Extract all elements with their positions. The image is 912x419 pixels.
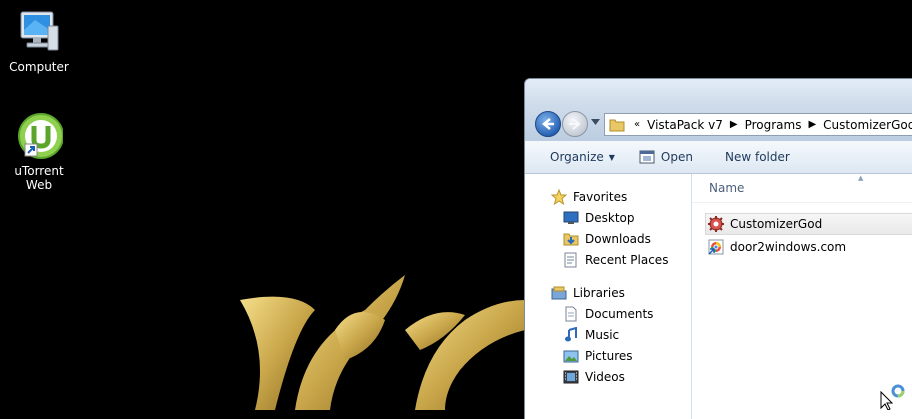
computer-icon: [15, 8, 63, 56]
navigation-pane: Favorites Desktop Downloads Recent Place…: [525, 174, 692, 419]
open-icon: [639, 150, 655, 164]
file-name: door2windows.com: [730, 240, 847, 254]
nav-item-recent-places[interactable]: Recent Places: [525, 249, 691, 270]
utorrent-icon: [15, 112, 64, 160]
file-name: CustomizerGod: [730, 217, 823, 231]
star-icon: [551, 188, 567, 205]
nav-item-documents[interactable]: Documents: [525, 303, 691, 324]
open-button[interactable]: Open: [627, 141, 705, 173]
nav-favorites-label: Favorites: [573, 189, 628, 204]
forward-button[interactable]: [562, 111, 588, 137]
new-folder-button[interactable]: New folder: [705, 141, 802, 173]
downloads-folder-icon: [563, 233, 579, 245]
file-list: ▲ Name CustomizerGod door2windows.com: [692, 174, 912, 419]
column-header-label: Name: [709, 181, 745, 195]
address-bar[interactable]: « VistaPack v7 ▶ Programs ▶ CustomizerGo…: [604, 113, 912, 136]
wallpaper-ornament: [240, 275, 525, 410]
file-row-door2windows[interactable]: door2windows.com: [692, 237, 912, 257]
organize-label: Organize: [550, 150, 604, 164]
music-icon: [565, 326, 577, 341]
command-bar: Organize ▼ Open New folder: [525, 141, 912, 174]
column-header-name[interactable]: ▲ Name: [692, 174, 912, 203]
libraries-icon: [551, 286, 567, 299]
nav-libraries-label: Libraries: [573, 285, 625, 300]
back-button[interactable]: [535, 111, 561, 137]
nav-item-label: Downloads: [585, 231, 651, 246]
documents-icon: [565, 306, 577, 321]
busy-cursor-icon: [880, 384, 905, 410]
web-shortcut-icon: [708, 239, 724, 255]
desktop-icon: [563, 211, 579, 224]
nav-libraries[interactable]: Libraries: [525, 282, 691, 303]
nav-item-label: Desktop: [585, 210, 635, 225]
chevron-down-icon: ▼: [608, 152, 615, 162]
breadcrumb-separator-icon[interactable]: ▶: [727, 119, 741, 130]
folder-icon: [609, 119, 625, 131]
organize-button[interactable]: Organize ▼: [525, 141, 627, 173]
explorer-window[interactable]: « VistaPack v7 ▶ Programs ▶ CustomizerGo…: [524, 78, 912, 419]
recent-pages-dropdown-icon[interactable]: [591, 119, 600, 125]
desktop-icon-utorrent[interactable]: uTorrent Web: [0, 112, 78, 192]
nav-item-label: Pictures: [585, 348, 633, 363]
new-folder-label: New folder: [724, 150, 790, 164]
nav-item-music[interactable]: Music: [525, 324, 691, 345]
breadcrumb-overflow[interactable]: «: [631, 119, 643, 130]
breadcrumb-customizergod[interactable]: CustomizerGod: [819, 118, 912, 132]
sort-ascending-icon: ▲: [858, 174, 864, 182]
nav-item-label: Videos: [585, 369, 625, 384]
nav-item-pictures[interactable]: Pictures: [525, 345, 691, 366]
forward-arrow-icon: [569, 118, 581, 130]
breadcrumb-programs[interactable]: Programs: [741, 118, 806, 132]
nav-item-label: Documents: [585, 306, 654, 321]
desktop-icon-label: Computer: [9, 60, 69, 74]
nav-item-downloads[interactable]: Downloads: [525, 228, 691, 249]
file-row-customizergod[interactable]: CustomizerGod: [705, 213, 912, 235]
nav-item-videos[interactable]: Videos: [525, 366, 691, 387]
breadcrumb-vistapack[interactable]: VistaPack v7: [643, 118, 727, 132]
nav-favorites[interactable]: Favorites: [525, 186, 691, 207]
gear-icon: [708, 216, 724, 232]
desktop-icon-label: uTorrent Web: [14, 164, 64, 192]
desktop-icon-computer[interactable]: Computer: [0, 8, 78, 74]
pictures-icon: [563, 350, 579, 362]
recent-places-icon: [564, 252, 577, 267]
explorer-titlebar: « VistaPack v7 ▶ Programs ▶ CustomizerGo…: [525, 79, 912, 141]
videos-icon: [563, 370, 579, 383]
open-label: Open: [660, 150, 693, 164]
nav-item-desktop[interactable]: Desktop: [525, 207, 691, 228]
back-arrow-icon: [542, 118, 554, 130]
breadcrumb-separator-icon[interactable]: ▶: [805, 119, 819, 130]
nav-item-label: Music: [585, 327, 620, 342]
nav-item-label: Recent Places: [585, 252, 669, 267]
